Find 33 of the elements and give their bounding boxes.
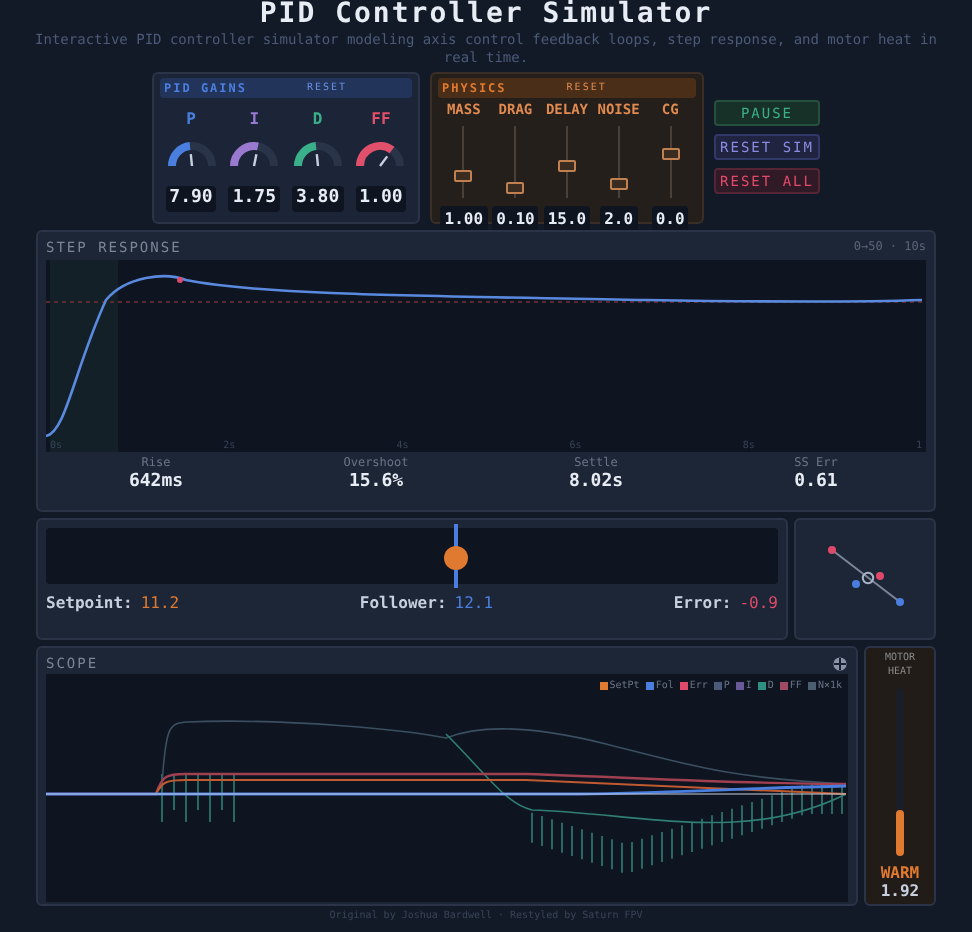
gain-label: D [312,110,323,130]
readout-label: Setpoint: [46,594,133,612]
slider-thumb[interactable] [661,147,680,160]
slider-thumb[interactable] [454,170,473,183]
readout-label: Error: [673,594,732,612]
gain-value: 1.00 [355,186,407,212]
metric-value: 0.61 [794,472,838,494]
gain-label: FF [371,110,391,130]
gain-value: 3.80 [291,186,344,212]
gain-label: P [186,110,196,130]
readout-label: Follower: [359,594,447,612]
gain-value: 1.75 [228,186,280,212]
param-value: 0.10 [492,206,539,232]
slider-thumb[interactable] [609,177,628,190]
param-value: 2.0 [600,206,638,232]
readout-value: 12.1 [454,594,494,612]
readout-value: 11.2 [140,594,180,612]
heat-status: WARM [880,864,920,882]
param-value: 1.00 [440,206,488,232]
param-value: 0.0 [651,206,689,232]
gain-value: 7.90 [165,186,217,212]
follower-marker[interactable] [443,524,468,588]
peak-marker [177,277,183,283]
slider-thumb[interactable] [506,181,525,194]
metric-value: 642ms [128,472,184,494]
metric-value: 15.6% [348,472,404,494]
crosshair-icon[interactable] [832,655,848,671]
heat-value: 1.92 [880,882,920,900]
gain-label: I [249,110,260,130]
slider-thumb[interactable] [557,159,576,172]
param-value: 15.0 [543,206,591,232]
readout-value: -0.9 [739,594,778,612]
metric-value: 8.02s [568,472,624,494]
